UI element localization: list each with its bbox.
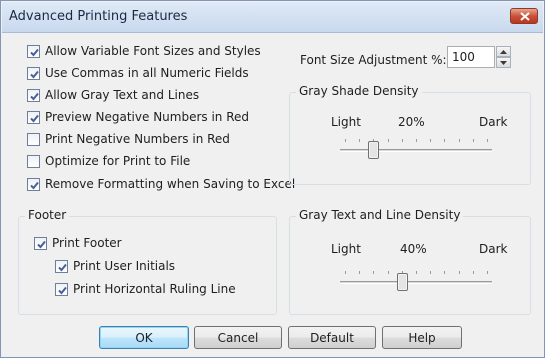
checkbox[interactable] xyxy=(55,259,68,273)
checkbox[interactable] xyxy=(27,44,40,58)
footer-legend: Footer xyxy=(25,208,70,222)
option-label: Use Commas in all Numeric Fields xyxy=(45,66,249,80)
check-mark-icon xyxy=(30,114,39,122)
checkbox[interactable] xyxy=(27,177,40,191)
font-size-label: Font Size Adjustment %: xyxy=(300,53,447,67)
checkbox[interactable] xyxy=(27,110,40,124)
slider-track xyxy=(340,281,492,284)
advanced-printing-dialog: Advanced Printing Features Allow Variabl… xyxy=(0,0,545,358)
slider-tick xyxy=(459,271,460,274)
slider-tick xyxy=(487,139,488,142)
ok-button[interactable]: OK xyxy=(99,326,189,349)
print-ruling-line-checkbox[interactable]: Print Horizontal Ruling Line xyxy=(55,281,236,297)
option-preview-negative-red[interactable]: Preview Negative Numbers in Red xyxy=(27,109,249,125)
option-gray-text-lines[interactable]: Allow Gray Text and Lines xyxy=(27,87,199,103)
check-mark-icon xyxy=(30,181,39,189)
gray-shade-slider[interactable] xyxy=(340,137,492,161)
close-button[interactable] xyxy=(510,8,538,24)
check-mark-icon xyxy=(30,70,39,78)
checkbox[interactable] xyxy=(34,236,47,250)
slider-tick xyxy=(345,271,346,274)
option-label: Print User Initials xyxy=(73,259,176,273)
checkbox[interactable] xyxy=(27,88,40,102)
checkbox[interactable] xyxy=(27,154,40,168)
option-label: Optimize for Print to File xyxy=(45,154,191,168)
slider-tick xyxy=(487,271,488,274)
option-label: Allow Gray Text and Lines xyxy=(45,88,200,102)
gray-shade-light-label: Light xyxy=(331,115,361,129)
gray-text-value: 40% xyxy=(400,242,427,256)
print-footer-checkbox[interactable]: Print Footer xyxy=(34,235,122,251)
slider-tick xyxy=(388,271,389,274)
gray-shade-dark-label: Dark xyxy=(479,115,508,129)
gray-shade-density-group: Gray Shade Density Light 20% Dark xyxy=(289,84,531,185)
slider-tick xyxy=(444,271,445,274)
option-label: Print Horizontal Ruling Line xyxy=(73,282,236,296)
slider-tick xyxy=(345,139,346,142)
gray-text-density-group: Gray Text and Line Density Light 40% Dar… xyxy=(289,208,531,315)
checkbox[interactable] xyxy=(27,132,40,146)
gray-text-slider[interactable] xyxy=(340,269,492,293)
slider-thumb[interactable] xyxy=(397,273,408,292)
slider-tick xyxy=(402,139,403,142)
slider-track xyxy=(340,149,492,152)
check-mark-icon xyxy=(58,263,67,271)
cancel-button[interactable]: Cancel xyxy=(194,326,282,349)
font-size-spinner[interactable] xyxy=(496,46,511,68)
slider-tick xyxy=(473,139,474,142)
slider-tick xyxy=(416,271,417,274)
slider-tick xyxy=(444,139,445,142)
option-variable-font-sizes[interactable]: Allow Variable Font Sizes and Styles xyxy=(27,43,261,59)
option-label: Preview Negative Numbers in Red xyxy=(45,110,250,124)
close-x-icon xyxy=(520,12,530,21)
slider-thumb[interactable] xyxy=(368,141,379,160)
check-mark-icon xyxy=(37,240,46,248)
slider-tick xyxy=(473,271,474,274)
option-label: Allow Variable Font Sizes and Styles xyxy=(45,44,261,58)
help-button[interactable]: Help xyxy=(382,326,462,349)
title-bar: Advanced Printing Features xyxy=(2,2,543,33)
gray-shade-value: 20% xyxy=(398,115,425,129)
slider-tick xyxy=(388,139,389,142)
option-label: Remove Formatting when Saving to Excel xyxy=(45,177,296,191)
slider-tick xyxy=(430,271,431,274)
check-mark-icon xyxy=(58,286,67,294)
option-label: Print Footer xyxy=(52,236,122,250)
checkbox[interactable] xyxy=(55,282,68,296)
spin-down-button[interactable] xyxy=(496,57,511,68)
option-remove-formatting-excel[interactable]: Remove Formatting when Saving to Excel xyxy=(27,176,295,192)
option-label: Print Negative Numbers in Red xyxy=(45,132,230,146)
slider-tick xyxy=(359,139,360,142)
font-size-input[interactable] xyxy=(447,46,495,68)
slider-tick xyxy=(373,271,374,274)
option-commas-numeric[interactable]: Use Commas in all Numeric Fields xyxy=(27,65,249,81)
slider-tick xyxy=(430,139,431,142)
option-optimize-print-file[interactable]: Optimize for Print to File xyxy=(27,153,190,169)
slider-tick xyxy=(459,139,460,142)
gray-text-legend: Gray Text and Line Density xyxy=(296,208,464,222)
slider-tick xyxy=(359,271,360,274)
gray-text-dark-label: Dark xyxy=(479,242,508,256)
default-button[interactable]: Default xyxy=(288,326,376,349)
option-print-negative-red[interactable]: Print Negative Numbers in Red xyxy=(27,131,230,147)
dialog-title: Advanced Printing Features xyxy=(9,9,188,24)
gray-text-light-label: Light xyxy=(331,242,361,256)
arrow-down-icon xyxy=(500,61,507,65)
gray-shade-legend: Gray Shade Density xyxy=(296,84,422,98)
checkbox[interactable] xyxy=(27,66,40,80)
print-user-initials-checkbox[interactable]: Print User Initials xyxy=(55,258,175,274)
spin-up-button[interactable] xyxy=(496,46,511,57)
slider-tick xyxy=(416,139,417,142)
arrow-up-icon xyxy=(500,50,507,54)
check-mark-icon xyxy=(30,92,39,100)
check-mark-icon xyxy=(30,48,39,56)
